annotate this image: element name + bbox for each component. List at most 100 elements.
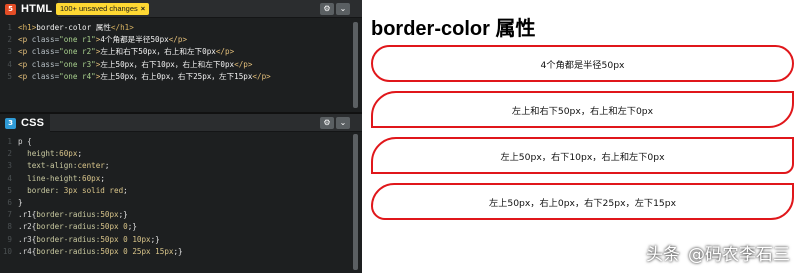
result-preview: border-color 属性 4个角都是半径50px 左上和右下50px，右上… [362,0,800,273]
watermark-platform: 头条 [646,245,680,265]
line-number: 3 [7,47,12,57]
watermark: 头条 @码农李石三 [646,240,790,265]
code-token: </p> [234,59,253,69]
line-number: 2 [7,35,12,45]
css-code-line[interactable]: 7 .r1{border-radius: 50px;} [0,209,350,221]
code-token: class= [31,47,60,57]
code-token: .r2 [18,222,32,232]
code-token: ; [77,149,83,159]
css-scrollbar[interactable] [353,134,358,270]
code-token: border-radius: [36,222,101,232]
demo-box-r4: 左上50px，右上0px，右下25px，左下15px [371,183,794,220]
code-token: </h1> [110,23,134,32]
css-code-line[interactable]: 8 .r2{border-radius: 50px 0;} [0,221,350,233]
html-pane-header: 5 HTML 100+ unsaved changes × ⚙ ⌄ [0,0,362,18]
code-token: <h1> [18,23,37,32]
code-token: "one r2" [59,47,96,57]
css-code-line[interactable]: 1 p { [0,136,350,148]
gear-icon[interactable]: ⚙ [320,3,334,15]
code-token: .r3 [18,234,32,244]
html-pane-label: HTML [21,3,53,15]
code-token: </p> [215,47,235,57]
code-token: 50px [100,210,119,220]
code-token: 3px solid red [63,185,124,195]
code-token: .r4 [18,246,32,256]
css-pane-label: CSS [21,117,45,129]
code-token: "one r4" [59,71,96,81]
css-code-line[interactable]: 9 .r3{border-radius: 50px 0 10px;} [0,234,350,246]
line-number: 5 [7,71,12,81]
line-number: 1 [7,137,12,146]
code-token: 60px [82,173,101,183]
code-token: border-radius: [36,234,101,244]
code-token: .r1 [18,210,32,220]
code-token: class= [31,59,60,69]
code-token: class= [31,71,60,81]
html-editor-pane: 5 HTML 100+ unsaved changes × ⚙ ⌄ 1 <h1> bo… [0,0,362,112]
chevron-down-icon[interactable]: ⌄ [336,117,350,129]
code-token: </p> [168,35,188,45]
line-number: 5 [7,185,12,195]
css-code-line[interactable]: 4 line-height: 60px; [0,173,350,185]
code-token: border-radius: [36,246,101,256]
html-code-line[interactable]: 5 <p class= "one r4" > 左上50px，右上0px，右下25px，左… [0,71,350,83]
html-code-line[interactable]: 4 <p class= "one r3" > 左上50px，右下10px，右上和左下0p… [0,59,350,71]
line-number: 6 [7,197,12,207]
code-token: ; [104,161,110,171]
css-code-line[interactable]: 2 height: 60px; [0,148,350,160]
html-code-line[interactable]: 3 <p class= "one r2" > 左上和右下50px，右上和左下0px </p… [0,46,350,58]
code-token: } [18,197,23,207]
code-token: height: [18,149,60,159]
css-code-line[interactable]: 5 border: 3px solid red; [0,185,350,197]
code-token: 左上和右下50px，右上和左下0px [100,47,216,57]
code-token: 50px 0 [100,222,128,232]
line-number: 8 [7,222,12,232]
page-title: border-color 属性 [371,18,536,40]
gear-icon[interactable]: ⚙ [320,117,334,129]
code-token: "one r3" [59,59,96,69]
line-number: 4 [7,59,12,69]
code-token: class= [31,35,60,45]
demo-box-r1: 4个角都是半径50px [371,45,794,82]
code-token: <p [18,47,32,57]
line-number: 9 [7,234,12,244]
code-token: ; [100,173,105,183]
line-number: 2 [7,149,12,159]
code-token: 左上50px，右下10px，右上和左下0px [100,59,235,69]
code-token: ;} [150,234,160,244]
css-pane-header: 3 CSS ⚙ ⌄ [0,114,362,132]
html-pane-title[interactable]: 5 HTML [0,0,59,18]
line-number: 10 [2,246,12,256]
code-token: 50px 0 10px [100,234,151,244]
line-number: 3 [7,161,12,171]
line-number: 1 [7,23,12,32]
demo-box-r3: 左上50px，右下10px，右上和左下0px [371,137,794,174]
line-number: 7 [7,210,12,220]
css-code-line[interactable]: 3 text-align: center; [0,160,350,172]
html-code-area[interactable]: 1 <h1> border-color 属性 </h1> 2 <p class= "one … [0,22,350,83]
html-code-line[interactable]: 2 <p class= "one r1" >4个角都是半径50px </p> [0,34,350,46]
css-code-line[interactable]: 6} [0,197,350,209]
html-scrollbar[interactable] [353,22,358,108]
watermark-author: @码农李石三 [688,245,790,265]
chevron-down-icon[interactable]: ⌄ [336,3,350,15]
code-token: center [77,161,105,171]
unsaved-changes-badge[interactable]: 100+ unsaved changes × [56,3,150,15]
html-code-line[interactable]: 1 <h1> border-color 属性 </h1> [0,22,350,34]
code-token: 左上50px，右上0px，右下25px，左下15px [100,71,253,81]
code-token: p { [18,137,32,146]
unsaved-changes-text: 100+ unsaved changes [60,4,138,13]
code-token: 60px [59,149,78,159]
code-token: "one r1" [59,35,96,45]
code-token: text-align: [18,161,78,171]
css-editor-pane: 3 CSS ⚙ ⌄ 1p {2 height: 60px; 3 text-align… [0,112,362,273]
css-pane-title[interactable]: 3 CSS [0,114,51,132]
css-code-area[interactable]: 1p {2 height: 60px; 3 text-align: center; 4 … [0,136,350,258]
html5-icon: 5 [5,3,16,15]
code-token: ;} [173,246,183,256]
code-token: ;} [127,222,137,232]
code-token: <p [18,35,32,45]
css-code-line[interactable]: 10 .r4{border-radius: 50px 0 25px 15px;} [0,246,350,258]
close-icon[interactable]: × [141,4,145,13]
code-token: border-radius: [36,210,101,220]
